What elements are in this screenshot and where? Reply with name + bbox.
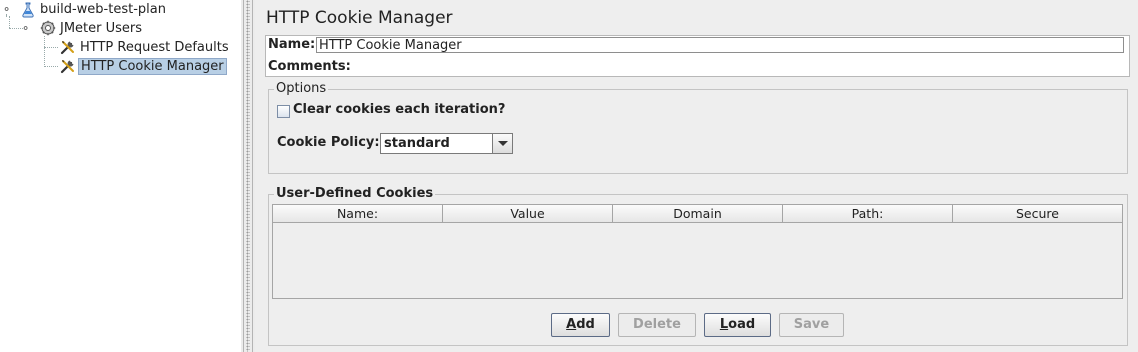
cookie-policy-value: standard [384, 136, 450, 151]
tree-item-label: HTTP Cookie Manager [78, 58, 227, 75]
wrench-icon [60, 41, 74, 55]
name-label: Name: [268, 37, 316, 52]
name-field[interactable]: HTTP Cookie Manager [316, 37, 1124, 53]
chevron-down-icon[interactable] [492, 134, 512, 153]
collapse-icon[interactable]: ⚬ [2, 4, 11, 15]
clear-cookies-checkbox[interactable] [277, 105, 290, 118]
load-button[interactable]: Load [704, 313, 771, 337]
cookie-policy-select[interactable]: standard [380, 133, 513, 154]
flask-icon [22, 2, 34, 18]
clear-cookies-label[interactable]: Clear cookies each iteration? [293, 102, 505, 117]
table-header: Name: Value Domain Path: Secure [273, 205, 1122, 223]
comments-label: Comments: [268, 59, 351, 74]
column-header-path[interactable]: Path: [783, 205, 953, 223]
add-mnemonic: A [566, 317, 577, 332]
tree-item-label: build-web-test-plan [40, 2, 166, 17]
save-label: Save [793, 317, 830, 332]
save-button[interactable]: Save [779, 313, 844, 337]
comments-field[interactable] [348, 57, 1124, 74]
tree-item-http-request-defaults[interactable]: HTTP Request Defaults [78, 38, 231, 57]
delete-label: Delete [633, 317, 681, 332]
tree-item-label: JMeter Users [60, 21, 143, 36]
column-header-value[interactable]: Value [443, 205, 613, 223]
wrench-icon [60, 60, 74, 74]
tree-item-http-cookie-manager[interactable]: HTTP Cookie Manager [78, 57, 227, 76]
column-header-domain[interactable]: Domain [613, 205, 783, 223]
cookie-policy-label: Cookie Policy: [277, 135, 380, 150]
collapse-icon[interactable]: ⚬ [21, 23, 30, 34]
options-group: Options Clear cookies each iteration? Co… [268, 81, 1128, 174]
add-rest: dd [576, 317, 595, 332]
gear-icon [40, 20, 56, 36]
column-header-name[interactable]: Name: [273, 205, 443, 223]
page-title: HTTP Cookie Manager [266, 8, 453, 28]
load-rest: oad [728, 317, 756, 332]
name-comments-box: Name: HTTP Cookie Manager Comments: [265, 35, 1130, 77]
add-button[interactable]: Add [551, 313, 610, 337]
split-pane-divider[interactable] [241, 0, 255, 352]
tree-item-label: HTTP Request Defaults [80, 40, 229, 55]
load-mnemonic: L [719, 317, 729, 332]
delete-button[interactable]: Delete [618, 313, 696, 337]
test-plan-tree[interactable]: ⚬ build-web-test-plan ⚬ JMeter Users HTT… [0, 0, 241, 352]
options-title: Options [274, 81, 329, 97]
tree-item-jmeter-users[interactable]: JMeter Users [58, 19, 144, 38]
tree-item-test-plan[interactable]: build-web-test-plan [38, 0, 168, 19]
column-header-secure[interactable]: Secure [953, 205, 1122, 223]
cookie-manager-panel: HTTP Cookie Manager Name: HTTP Cookie Ma… [255, 0, 1138, 352]
cookies-title: User-Defined Cookies [274, 186, 436, 202]
cookies-table[interactable]: Name: Value Domain Path: Secure [272, 204, 1123, 299]
